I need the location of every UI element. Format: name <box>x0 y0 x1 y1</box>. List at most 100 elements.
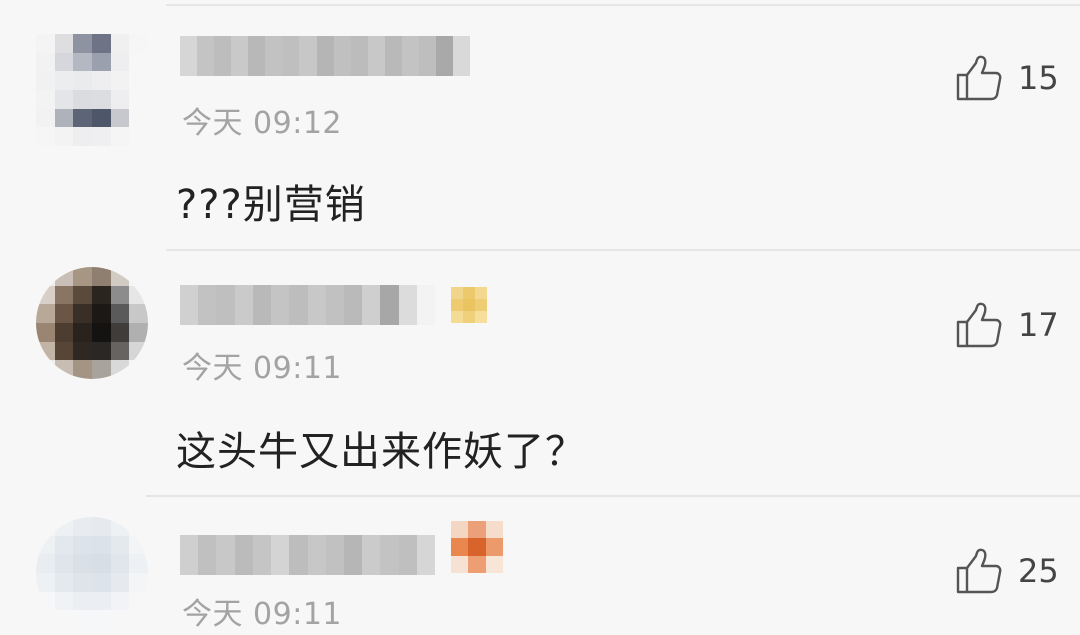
avatar-pixel <box>91 610 111 629</box>
user-badge-icon <box>451 521 503 573</box>
avatar-pixel <box>54 517 74 536</box>
avatar-pixel <box>129 71 148 90</box>
badge-pixel <box>475 287 487 299</box>
avatar-pixel <box>54 535 74 555</box>
thumbs-up-icon <box>956 302 1002 348</box>
avatar-pixel <box>36 108 55 128</box>
avatar-pixel <box>91 285 111 305</box>
avatar-pixel <box>110 554 130 573</box>
badge-pixel <box>463 287 475 299</box>
badge-pixel <box>463 311 475 323</box>
avatar-pixel <box>73 52 92 72</box>
avatar-pixel <box>129 285 148 305</box>
comment-time: 今天 09:11 <box>182 351 342 386</box>
avatar-pixel <box>91 127 111 146</box>
avatar-pixel <box>54 71 74 90</box>
avatar-pixel <box>36 341 55 361</box>
username-blurred[interactable] <box>180 535 436 575</box>
avatar-pixel <box>54 304 74 323</box>
name-pixel <box>234 535 253 575</box>
badge-pixel <box>485 521 503 539</box>
avatar-pixel <box>54 554 74 573</box>
avatar-pixel <box>73 341 92 361</box>
name-pixel <box>362 285 381 325</box>
name-pixel <box>343 535 363 575</box>
avatar-pixel <box>129 572 148 592</box>
avatar-pixel <box>91 341 111 361</box>
badge-pixel <box>451 287 463 299</box>
avatar-pixel <box>73 71 92 90</box>
avatar-pixel <box>129 108 148 128</box>
user-avatar[interactable] <box>36 517 148 629</box>
name-pixel <box>214 36 232 76</box>
badge-pixel <box>451 299 463 311</box>
avatar-pixel <box>73 267 92 286</box>
name-pixel <box>380 535 399 575</box>
name-pixel <box>248 36 266 76</box>
name-pixel <box>180 535 199 575</box>
like-button[interactable]: 15 <box>954 50 1059 106</box>
badge-pixel <box>463 299 475 311</box>
avatar-pixel <box>54 572 74 592</box>
thumbs-up-icon <box>956 548 1002 594</box>
avatar-pixel <box>73 591 92 611</box>
name-pixel <box>398 535 417 575</box>
avatar-pixel <box>91 517 111 536</box>
avatar-pixel <box>73 322 92 342</box>
avatar-pixel <box>91 52 111 72</box>
name-pixel <box>380 285 399 325</box>
avatar-pixel <box>91 89 111 109</box>
name-pixel <box>271 535 290 575</box>
avatar-pixel <box>110 52 130 72</box>
name-pixel <box>216 535 235 575</box>
avatar-pixel <box>91 572 111 592</box>
like-button[interactable]: 17 <box>954 297 1059 353</box>
avatar-pixel <box>73 108 92 128</box>
avatar-pixel <box>54 108 74 128</box>
name-pixel <box>307 535 326 575</box>
avatar-pixel <box>110 591 130 611</box>
avatar-pixel <box>73 89 92 109</box>
avatar-pixel <box>36 554 55 573</box>
avatar-pixel <box>91 71 111 90</box>
badge-pixel <box>468 521 486 539</box>
name-pixel <box>198 535 217 575</box>
user-avatar[interactable] <box>36 34 148 146</box>
avatar-pixel <box>129 89 148 109</box>
username-blurred[interactable] <box>180 285 436 325</box>
avatar-pixel <box>73 535 92 555</box>
user-avatar[interactable] <box>36 267 148 379</box>
user-badge-icon <box>451 287 487 323</box>
badge-pixel <box>475 311 487 323</box>
avatar-pixel <box>129 360 148 379</box>
avatar-pixel <box>54 127 74 146</box>
avatar-pixel <box>110 517 130 536</box>
badge-pixel <box>475 299 487 311</box>
avatar-pixel <box>54 34 74 53</box>
avatar-pixel <box>36 322 55 342</box>
avatar-pixel <box>110 341 130 361</box>
avatar-pixel <box>73 554 92 573</box>
avatar-pixel <box>54 360 74 379</box>
avatar-pixel <box>54 267 74 286</box>
avatar-pixel <box>129 34 148 53</box>
avatar-pixel <box>129 554 148 573</box>
avatar-pixel <box>110 267 130 286</box>
avatar-pixel <box>110 127 130 146</box>
badge-pixel <box>485 538 503 556</box>
badge-pixel <box>451 521 469 539</box>
avatar-pixel <box>129 267 148 286</box>
name-pixel <box>231 36 249 76</box>
like-button[interactable]: 25 <box>954 543 1059 599</box>
avatar-pixel <box>36 285 55 305</box>
name-pixel <box>234 285 253 325</box>
comment-item: 今天 09:11 25 <box>0 497 1080 635</box>
avatar-pixel <box>73 572 92 592</box>
avatar-pixel <box>129 610 148 629</box>
name-pixel <box>252 285 272 325</box>
avatar-pixel <box>110 322 130 342</box>
username-blurred[interactable] <box>180 36 471 76</box>
like-count: 25 <box>1018 552 1059 590</box>
avatar-pixel <box>36 304 55 323</box>
avatar-pixel <box>91 267 111 286</box>
